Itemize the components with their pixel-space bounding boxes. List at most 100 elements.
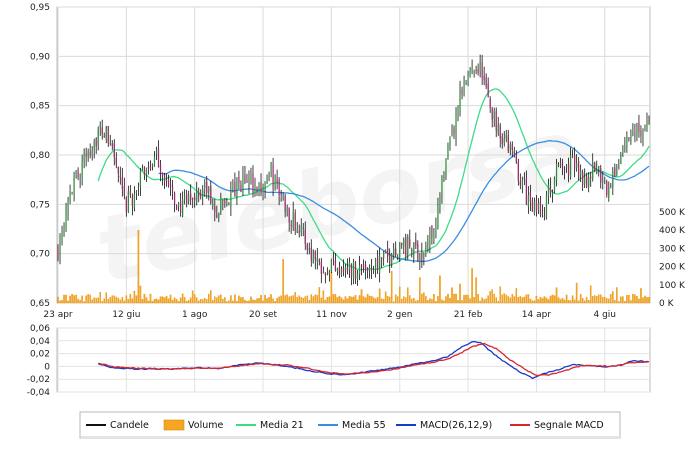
volume-bar <box>314 294 317 304</box>
volume-bar <box>246 300 248 304</box>
volume-bar <box>179 297 182 304</box>
candle <box>590 171 592 187</box>
volume-bar <box>212 300 214 304</box>
volume-bar <box>644 295 646 304</box>
volume-bar <box>477 294 479 304</box>
volume-bar <box>603 297 606 304</box>
volume-bar <box>101 301 104 304</box>
volume-bar <box>362 296 365 304</box>
volume-bar <box>105 292 108 304</box>
volume-ytick-label: 400 K <box>659 226 686 236</box>
candle <box>638 114 640 138</box>
volume-bar <box>228 300 230 304</box>
candle <box>642 128 644 147</box>
volume-bar <box>282 259 284 304</box>
candle <box>395 241 397 258</box>
volume-bar <box>207 293 210 304</box>
volume-bar <box>75 294 77 304</box>
volume-bar <box>384 291 387 304</box>
volume-bar <box>163 297 166 304</box>
candle <box>425 241 427 257</box>
volume-bar <box>272 298 274 304</box>
candle <box>354 260 357 285</box>
volume-bar <box>262 300 264 304</box>
volume-bar <box>290 295 292 304</box>
candle <box>95 137 97 155</box>
volume-bar <box>489 290 491 304</box>
volume-bar <box>77 298 79 304</box>
volume-bar <box>517 296 520 304</box>
candle <box>413 242 415 264</box>
volume-bar <box>561 298 564 304</box>
candle <box>326 267 328 276</box>
volume-bar <box>495 297 497 304</box>
candle <box>105 125 107 144</box>
volume-bar <box>407 287 409 304</box>
volume-bar <box>591 296 594 304</box>
volume-bar <box>254 300 256 304</box>
candle <box>403 237 405 254</box>
volume-bar <box>376 297 379 304</box>
volume-bar <box>573 299 576 304</box>
candle <box>479 54 481 78</box>
volume-bar <box>614 299 616 304</box>
volume-bar <box>165 295 168 304</box>
volume-bar <box>513 296 516 304</box>
candle <box>111 140 113 151</box>
legend-swatch <box>163 419 185 431</box>
volume-bar <box>306 295 309 304</box>
candle <box>149 160 152 171</box>
volume-bar <box>316 295 319 304</box>
legend: Candele Volume Media 21 Media 55 MACD(26,12,… <box>79 411 621 439</box>
legend-label: MACD(26,12,9) <box>420 420 492 431</box>
volume-bar <box>224 297 226 304</box>
volume-bar <box>139 285 142 304</box>
volume-bar <box>485 298 487 304</box>
volume-bar <box>549 295 552 304</box>
chart-container: teleborsa 0,95 0,90 0,85 0,80 0,75 0,70 0,65 50… <box>0 0 700 451</box>
volume-bar <box>115 296 118 304</box>
volume-ytick-label: 200 K <box>659 263 686 273</box>
volume-bar <box>274 301 276 304</box>
volume-bar <box>481 297 483 304</box>
volume-bar <box>199 299 202 304</box>
volume-bar <box>575 282 578 304</box>
candle <box>632 123 634 137</box>
candle <box>608 181 610 202</box>
price-ytick-label: 0,80 <box>30 151 50 161</box>
candle <box>91 146 93 161</box>
volume-bar <box>79 300 81 304</box>
candle <box>481 54 483 85</box>
volume-bar <box>342 299 345 304</box>
volume-bar <box>244 300 246 304</box>
volume-bar <box>539 296 542 304</box>
volume-bar <box>366 293 369 304</box>
volume-bar <box>597 294 600 304</box>
volume-bar <box>360 289 363 304</box>
volume-bar <box>557 297 560 304</box>
volume-bar <box>346 298 349 304</box>
candle <box>358 255 361 281</box>
volume-ytick-label: 0 K <box>659 299 675 309</box>
candle <box>618 159 620 170</box>
volume-bar <box>601 297 604 304</box>
volume-bar <box>298 295 300 304</box>
volume-bar <box>324 299 327 304</box>
volume-bar <box>159 296 162 304</box>
volume-bar <box>509 297 512 304</box>
volume-bar <box>636 296 638 304</box>
volume-bar <box>268 297 270 304</box>
volume-bar <box>167 298 170 304</box>
candle <box>636 122 638 142</box>
candle <box>366 267 369 279</box>
x-tick-label: 2 gen <box>387 310 413 320</box>
candle <box>352 258 355 285</box>
volume-bar <box>300 296 303 304</box>
volume-bar <box>81 295 83 304</box>
volume-bar <box>419 277 421 304</box>
volume-bar <box>569 300 572 304</box>
candle <box>471 59 473 75</box>
volume-bar <box>541 298 544 304</box>
volume-bar <box>286 294 288 304</box>
volume-bar <box>511 293 514 304</box>
